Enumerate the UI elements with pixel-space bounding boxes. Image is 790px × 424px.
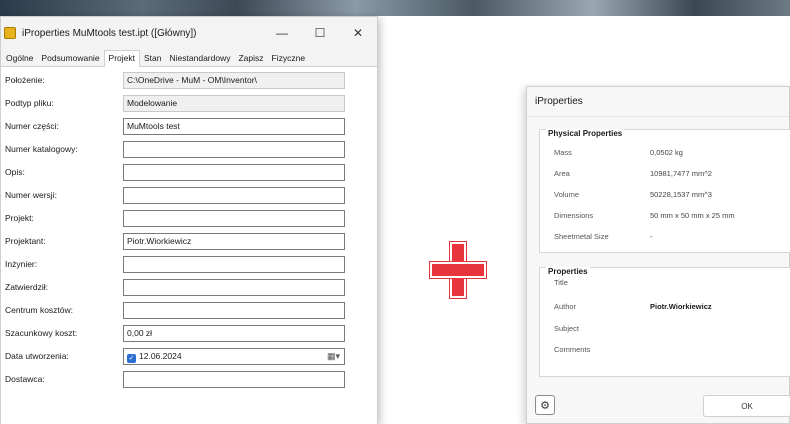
settings-button[interactable]: ⚙: [535, 395, 555, 415]
property-value: 50 mm x 50 mm x 25 mm: [650, 211, 735, 220]
location-field: C:\OneDrive - MuM - OM\Inventor\: [123, 72, 345, 89]
maximize-button[interactable]: ☐: [301, 17, 339, 49]
field-label: Data utworzenia:: [5, 351, 69, 361]
vendor-input[interactable]: [123, 371, 345, 388]
property-key: Subject: [554, 324, 580, 333]
minimize-button[interactable]: —: [263, 17, 301, 49]
tab-strip: Ogólne Podsumowanie Projekt Stan Niestan…: [1, 49, 377, 67]
window-title: iProperties MuMtools test.ipt ([Główny]): [22, 27, 197, 39]
tab-niestandardowy[interactable]: Niestandardowy: [166, 51, 235, 66]
property-key: Title: [554, 278, 568, 287]
property-value: -: [650, 232, 653, 241]
property-key: Dimensions: [554, 211, 594, 220]
property-row: Subject: [554, 324, 579, 338]
field-label: Centrum kosztów:: [5, 305, 74, 315]
property-row: Dostawca:: [1, 370, 379, 390]
group-heading: Physical Properties: [546, 129, 625, 138]
tab-fizyczne[interactable]: Fizyczne: [268, 51, 310, 66]
property-row: Projekt:: [1, 209, 379, 229]
property-row: Area 10981,7477 mm^2: [554, 169, 712, 183]
description-input[interactable]: [123, 164, 345, 181]
revision-number-input[interactable]: [123, 187, 345, 204]
plus-center: [452, 264, 464, 276]
property-row: Szacunkowy koszt: 0,00 zł: [1, 324, 379, 344]
stock-number-input[interactable]: [123, 141, 345, 158]
field-label: Położenie:: [5, 75, 45, 85]
cost-center-input[interactable]: [123, 302, 345, 319]
property-row: Sheetmetal Size -: [554, 232, 653, 246]
property-row: Inżynier:: [1, 255, 379, 275]
field-label: Opis:: [5, 167, 25, 177]
estimated-cost-input[interactable]: 0,00 zł: [123, 325, 345, 342]
date-value: 12.06.2024: [139, 351, 182, 361]
property-value: 10981,7477 mm^2: [650, 169, 712, 178]
property-value: Piotr.Wiorkiewicz: [650, 302, 712, 311]
file-subtype-field: Modelowanie: [123, 95, 345, 112]
property-key: Area: [554, 169, 570, 178]
inventor-app-icon: [4, 27, 16, 39]
group-heading: Properties: [546, 267, 590, 276]
field-label: Szacunkowy koszt:: [5, 328, 78, 338]
date-checkbox[interactable]: ✓: [127, 354, 136, 363]
property-row: Centrum kosztów:: [1, 301, 379, 321]
field-label: Projektant:: [5, 236, 46, 246]
projekt-tab-panel: Położenie: C:\OneDrive - MuM - OM\Invent…: [1, 67, 377, 424]
ok-button[interactable]: OK: [703, 395, 790, 417]
tab-ogolne[interactable]: Ogólne: [2, 51, 37, 66]
title-bar: iProperties MuMtools test.ipt ([Główny])…: [1, 17, 377, 49]
properties-group: Properties Title Author Piotr.Wiorkiewic…: [539, 267, 790, 377]
property-row: Data utworzenia: ✓ 12.06.2024 ▦▾: [1, 347, 379, 367]
property-row: Dimensions 50 mm x 50 mm x 25 mm: [554, 211, 735, 225]
field-label: Projekt:: [5, 213, 34, 223]
property-key: Comments: [554, 345, 591, 354]
designer-input[interactable]: Piotr.Wiorkiewicz: [123, 233, 345, 250]
field-label: Podtyp pliku:: [5, 98, 54, 108]
background-strip: [0, 0, 790, 16]
panel-title: iProperties: [527, 87, 789, 117]
field-label: Dostawca:: [5, 374, 45, 384]
property-row: Podtyp pliku: Modelowanie: [1, 94, 379, 114]
field-label: Numer części:: [5, 121, 59, 131]
property-row: Comments: [554, 345, 590, 359]
property-key: Author: [554, 302, 577, 311]
project-input[interactable]: [123, 210, 345, 227]
property-row: Położenie: C:\OneDrive - MuM - OM\Invent…: [1, 71, 379, 91]
property-key: Sheetmetal Size: [554, 232, 609, 241]
property-value: 0,0502 kg: [650, 148, 683, 157]
property-value: 50228,1537 mm^3: [650, 190, 712, 199]
close-button[interactable]: ✕: [339, 17, 377, 49]
property-row: Volume 50228,1537 mm^3: [554, 190, 712, 204]
tab-projekt[interactable]: Projekt: [103, 50, 141, 67]
tab-zapisz[interactable]: Zapisz: [234, 51, 267, 66]
iproperties-dialog: iProperties MuMtools test.ipt ([Główny])…: [0, 16, 378, 424]
property-row: Opis:: [1, 163, 379, 183]
property-row: Author Piotr.Wiorkiewicz: [554, 302, 712, 316]
property-row: Numer części: MuMtools test: [1, 117, 379, 137]
creation-date-picker[interactable]: ✓ 12.06.2024 ▦▾: [123, 348, 345, 365]
tab-podsumowanie[interactable]: Podsumowanie: [37, 51, 103, 66]
property-row: Numer katalogowy:: [1, 140, 379, 160]
calendar-icon[interactable]: ▦▾: [327, 351, 340, 362]
approved-by-input[interactable]: [123, 279, 345, 296]
field-label: Inżynier:: [5, 259, 38, 269]
gear-icon: ⚙: [540, 399, 550, 412]
property-row: Zatwierdził:: [1, 278, 379, 298]
engineer-input[interactable]: [123, 256, 345, 273]
part-number-input[interactable]: MuMtools test: [123, 118, 345, 135]
physical-properties-group: Physical Properties Mass 0,0502 kg Area …: [539, 129, 790, 253]
property-key: Mass: [554, 148, 572, 157]
property-row: Mass 0,0502 kg: [554, 148, 683, 162]
property-row: Numer wersji:: [1, 186, 379, 206]
tab-stan[interactable]: Stan: [140, 51, 166, 66]
property-row: Projektant: Piotr.Wiorkiewicz: [1, 232, 379, 252]
property-row: Title: [554, 278, 568, 292]
field-label: Numer wersji:: [5, 190, 57, 200]
field-label: Zatwierdził:: [5, 282, 48, 292]
iproperties-panel: iProperties Physical Properties Mass 0,0…: [526, 86, 790, 424]
field-label: Numer katalogowy:: [5, 144, 78, 154]
property-key: Volume: [554, 190, 580, 199]
